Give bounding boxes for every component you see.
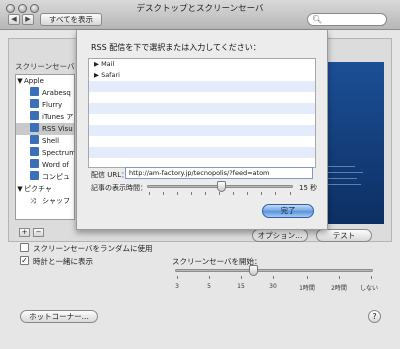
- clock-label: 時計と一緒に表示: [33, 257, 93, 266]
- random-label: スクリーンセーバをランダムに使用: [33, 244, 153, 253]
- slider-tick: [339, 276, 340, 279]
- slider-tick: [177, 192, 178, 195]
- done-button[interactable]: 完了: [262, 204, 314, 218]
- back-icon: ◀: [11, 15, 17, 23]
- rss-options-sheet: RSS 配信を下で選択または入力してください： ▶ Mail ▶ Safari …: [76, 30, 328, 230]
- screensaver-list[interactable]: ▼Apple Arabesq Flurry iTunes ア RSS Visu …: [15, 74, 75, 220]
- show-all-button[interactable]: すべてを表示: [40, 13, 102, 26]
- hot-corners-button[interactable]: ホットコーナー...: [20, 310, 98, 323]
- preview-text-line: [327, 184, 361, 185]
- help-button[interactable]: ?: [368, 310, 381, 323]
- slider-tick: [241, 276, 242, 279]
- slider-tick-label: 15: [237, 283, 245, 290]
- feed-row-empty: [89, 92, 315, 103]
- slider-tick-label: 3: [175, 283, 179, 290]
- screensaver-icon: [30, 123, 39, 132]
- feed-url-field[interactable]: http://am-factory.jp/tecnopolis/?feed=at…: [125, 167, 313, 179]
- slider-tick: [149, 192, 150, 195]
- screensaver-icon: [30, 147, 39, 156]
- list-group-apple[interactable]: ▼Apple: [16, 75, 74, 87]
- url-label: 配信 URL：: [91, 171, 129, 179]
- search-icon: 🔍︎: [312, 15, 323, 24]
- slider-tick: [233, 192, 234, 195]
- list-item[interactable]: iTunes ア: [16, 111, 74, 123]
- slider-tick-label: 2時間: [331, 285, 347, 292]
- start-slider-knob[interactable]: [249, 265, 258, 276]
- shuffle-icon: ⤨: [30, 197, 36, 205]
- feed-row-mail[interactable]: ▶ Mail: [89, 59, 315, 70]
- preview-text-line: [327, 166, 355, 167]
- screensaver-icon: [30, 135, 39, 144]
- list-group-pictures[interactable]: ▼ピクチャ: [16, 183, 74, 195]
- duration-label: 記事の表示時間：: [91, 184, 147, 192]
- slider-tick-label: 5: [207, 283, 211, 290]
- slider-tick-label: 30: [269, 283, 277, 290]
- list-item[interactable]: Flurry: [16, 99, 74, 111]
- slider-tick: [307, 276, 308, 279]
- slider-tick: [163, 192, 164, 195]
- slider-tick: [371, 276, 372, 279]
- slider-tick: [191, 192, 192, 195]
- remove-button[interactable]: −: [33, 228, 44, 237]
- feed-row-safari[interactable]: ▶ Safari: [89, 70, 315, 81]
- list-item[interactable]: Shell: [16, 135, 74, 147]
- add-button[interactable]: +: [19, 228, 30, 237]
- back-button[interactable]: ◀: [8, 14, 20, 25]
- disclosure-down-icon: ▼: [17, 77, 23, 85]
- slider-tick: [247, 192, 248, 195]
- slider-tick: [219, 192, 220, 195]
- feed-row-empty: [89, 103, 315, 114]
- preferences-window: デスクトップとスクリーンセーバ ◀ ▶ すべてを表示 🔍︎ スクリーンセーバ ▼…: [0, 0, 400, 349]
- list-item[interactable]: ⤨ シャッフ: [16, 195, 74, 207]
- feed-row-empty: [89, 147, 315, 158]
- random-checkbox[interactable]: [20, 243, 29, 252]
- feed-row-empty: [89, 136, 315, 147]
- disclosure-down-icon: ▼: [17, 185, 23, 193]
- toolbar: デスクトップとスクリーンセーバ ◀ ▶ すべてを表示 🔍︎: [0, 0, 400, 30]
- forward-button[interactable]: ▶: [22, 14, 34, 25]
- slider-tick: [273, 276, 274, 279]
- forward-icon: ▶: [25, 15, 31, 23]
- feed-list[interactable]: ▶ Mail ▶ Safari: [88, 58, 316, 168]
- slider-tick: [275, 192, 276, 195]
- slider-tick: [209, 276, 210, 279]
- screensaver-icon: [30, 171, 39, 180]
- list-item[interactable]: Word of: [16, 159, 74, 171]
- preview-text-line: [327, 178, 357, 179]
- slider-tick: [290, 192, 291, 195]
- start-slider-track[interactable]: [175, 269, 373, 272]
- sheet-title: RSS 配信を下で選択または入力してください：: [91, 43, 261, 52]
- checkmark-icon: ✓: [21, 256, 28, 265]
- list-item[interactable]: Spectrum: [16, 147, 74, 159]
- screensaver-icon: [30, 99, 39, 108]
- clock-checkbox[interactable]: ✓: [20, 256, 29, 265]
- screensaver-icon: [30, 87, 39, 96]
- slider-tick: [177, 276, 178, 279]
- screensaver-icon: [30, 111, 39, 120]
- screensaver-list-header: スクリーンセーバ: [15, 62, 75, 71]
- feed-row-empty: [89, 125, 315, 136]
- feed-row-empty: [89, 81, 315, 92]
- list-item[interactable]: Arabesq: [16, 87, 74, 99]
- slider-tick-label: 1時間: [299, 285, 315, 292]
- preview-text-line: [327, 172, 363, 173]
- slider-tick-label: しない: [359, 285, 379, 292]
- search-field[interactable]: 🔍︎: [307, 13, 387, 26]
- options-button[interactable]: オプション...: [252, 229, 308, 242]
- test-button[interactable]: テスト: [316, 229, 372, 242]
- list-item[interactable]: コンピュ: [16, 171, 74, 183]
- duration-value: 15 秒: [299, 184, 318, 192]
- slider-tick: [261, 192, 262, 195]
- list-item-selected[interactable]: RSS Visu: [16, 123, 74, 135]
- duration-slider-knob[interactable]: [217, 181, 226, 192]
- screensaver-icon: [30, 159, 39, 168]
- feed-row-empty: [89, 114, 315, 125]
- slider-tick: [205, 192, 206, 195]
